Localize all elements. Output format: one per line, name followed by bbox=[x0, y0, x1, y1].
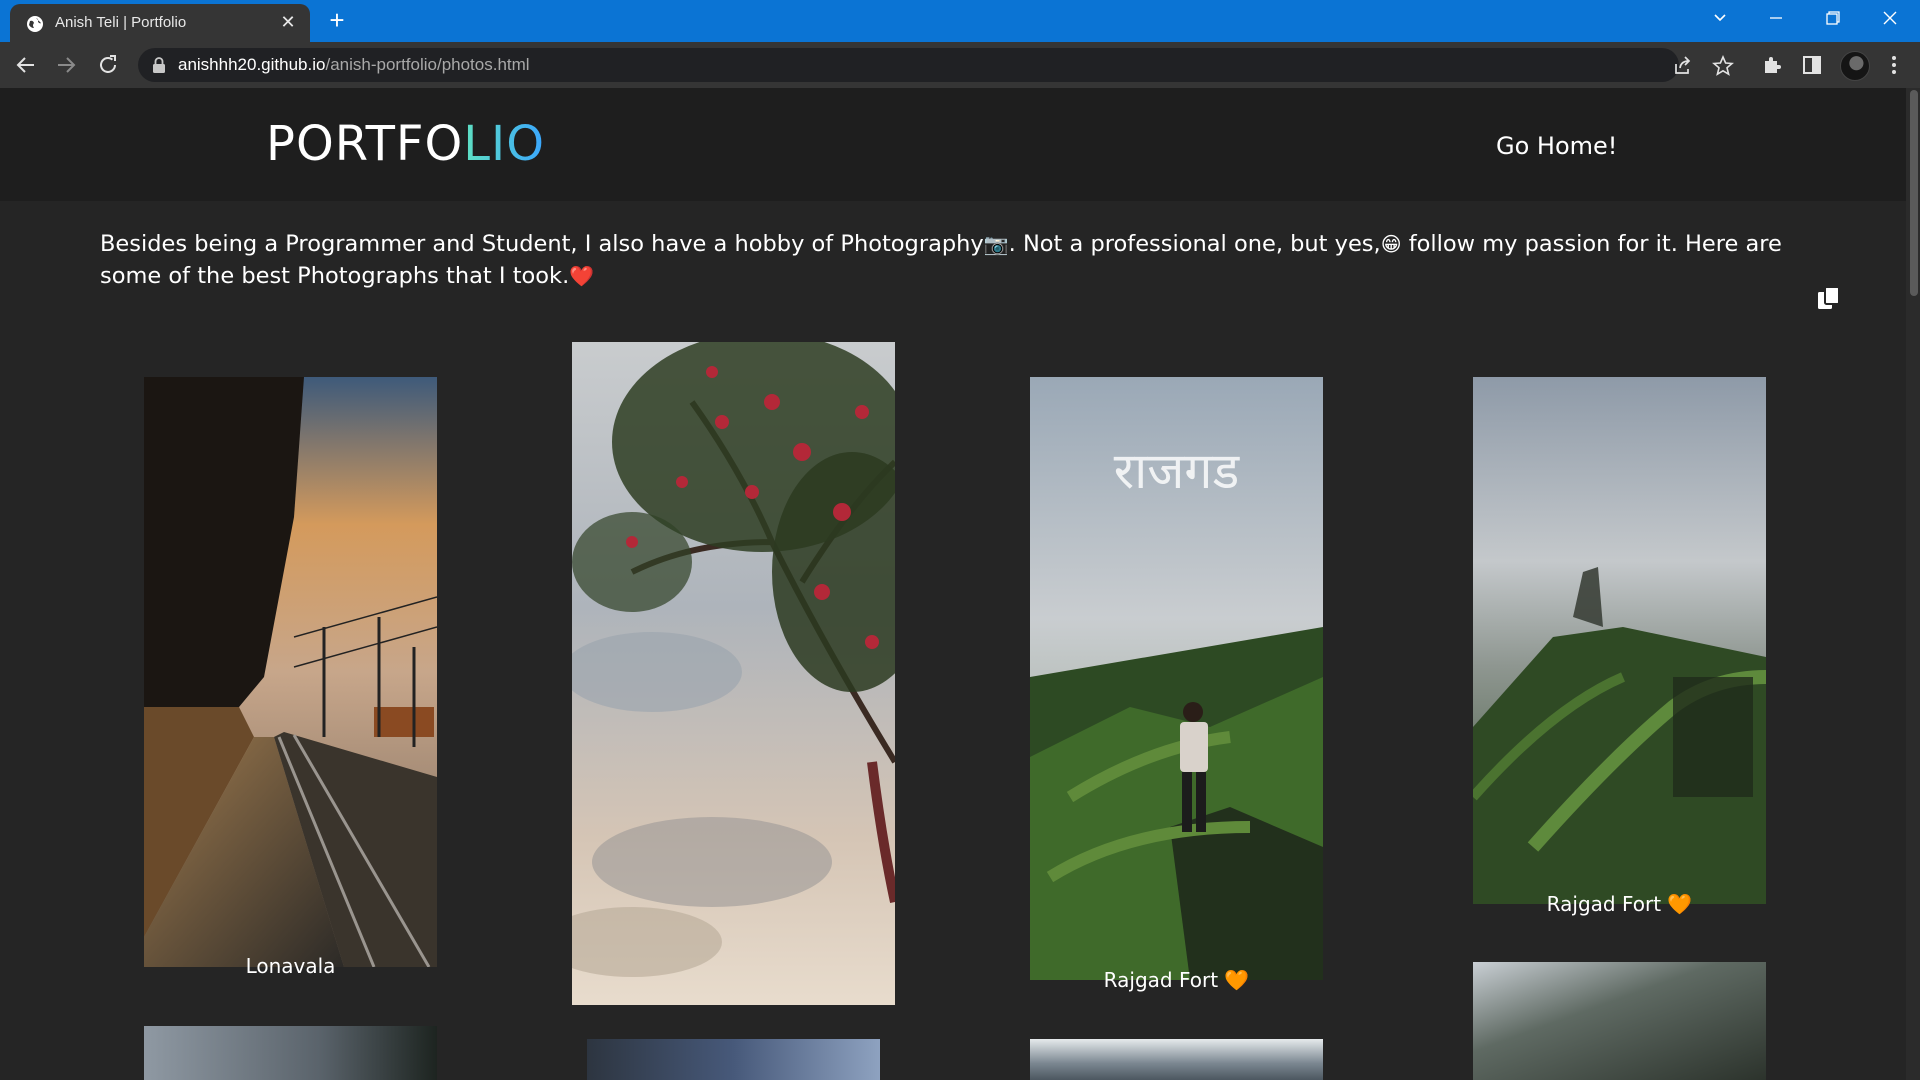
browser-tab-active[interactable]: Anish Teli | Portfolio ✕ bbox=[10, 4, 310, 42]
tab-title: Anish Teli | Portfolio bbox=[55, 14, 187, 31]
photo-rajgad-person[interactable]: राजगड bbox=[1030, 377, 1323, 980]
restore-window-icon[interactable] bbox=[1813, 4, 1853, 36]
browser-toolbar: anishhh20.github.io/anish-portfolio/phot… bbox=[0, 42, 1920, 88]
globe-icon bbox=[27, 16, 43, 32]
photo-caption-rajgad-1: Rajgad Fort 🧡 bbox=[1103, 968, 1250, 992]
close-window-icon[interactable] bbox=[1870, 4, 1910, 36]
back-arrow-icon[interactable] bbox=[14, 53, 38, 77]
side-panel-icon[interactable] bbox=[1800, 53, 1824, 77]
photo-row2-col1[interactable] bbox=[144, 1026, 437, 1080]
photo-row2-col4[interactable] bbox=[1473, 962, 1766, 1080]
minimize-window-icon[interactable] bbox=[1756, 4, 1796, 36]
forward-arrow-icon[interactable] bbox=[54, 53, 78, 77]
bookmark-star-icon[interactable] bbox=[1712, 55, 1734, 77]
share-icon[interactable] bbox=[1672, 55, 1694, 77]
close-tab-icon[interactable]: ✕ bbox=[278, 12, 298, 32]
photo-row2-col2[interactable] bbox=[587, 1039, 880, 1080]
photo-caption-rajgad-2: Rajgad Fort 🧡 bbox=[1546, 892, 1693, 916]
grin-emoji: 😁 bbox=[1380, 232, 1402, 256]
page-content: PORTFOLIO Go Home! Besides being a Progr… bbox=[0, 88, 1920, 1080]
new-tab-button[interactable]: + bbox=[324, 7, 350, 34]
intro-paragraph: Besides being a Programmer and Student, … bbox=[100, 231, 1782, 289]
extensions-puzzle-icon[interactable] bbox=[1760, 53, 1784, 77]
copy-icon[interactable] bbox=[1815, 284, 1843, 312]
reload-icon[interactable] bbox=[96, 53, 120, 77]
address-bar[interactable]: anishhh20.github.io/anish-portfolio/phot… bbox=[138, 48, 1734, 82]
site-logo[interactable]: PORTFOLIO bbox=[266, 116, 545, 172]
url-text: anishhh20.github.io/anish-portfolio/phot… bbox=[178, 55, 530, 74]
photo-overlay-text: राजगड bbox=[1113, 442, 1240, 500]
profile-avatar[interactable] bbox=[1840, 51, 1870, 81]
photo-lonavala[interactable] bbox=[144, 377, 437, 967]
site-header: PORTFOLIO Go Home! bbox=[0, 88, 1920, 201]
photo-caption-lonavala: Lonavala bbox=[245, 954, 336, 978]
lock-icon[interactable] bbox=[152, 57, 166, 73]
go-home-link[interactable]: Go Home! bbox=[1496, 132, 1617, 160]
orange-heart-emoji: 🧡 bbox=[1224, 968, 1250, 992]
page-scrollbar-thumb[interactable] bbox=[1910, 90, 1918, 296]
more-menu-icon[interactable] bbox=[1882, 53, 1906, 77]
orange-heart-emoji: 🧡 bbox=[1667, 892, 1693, 916]
photo-tree-sky[interactable] bbox=[572, 342, 895, 1005]
tab-search-chevron-icon[interactable] bbox=[1700, 4, 1740, 36]
photo-row2-col3[interactable] bbox=[1030, 1039, 1323, 1080]
heart-emoji: ❤️ bbox=[569, 264, 595, 288]
browser-tab-strip: Anish Teli | Portfolio ✕ + bbox=[0, 0, 1920, 42]
photo-rajgad-fog[interactable] bbox=[1473, 377, 1766, 904]
camera-emoji: 📷 bbox=[983, 232, 1009, 256]
